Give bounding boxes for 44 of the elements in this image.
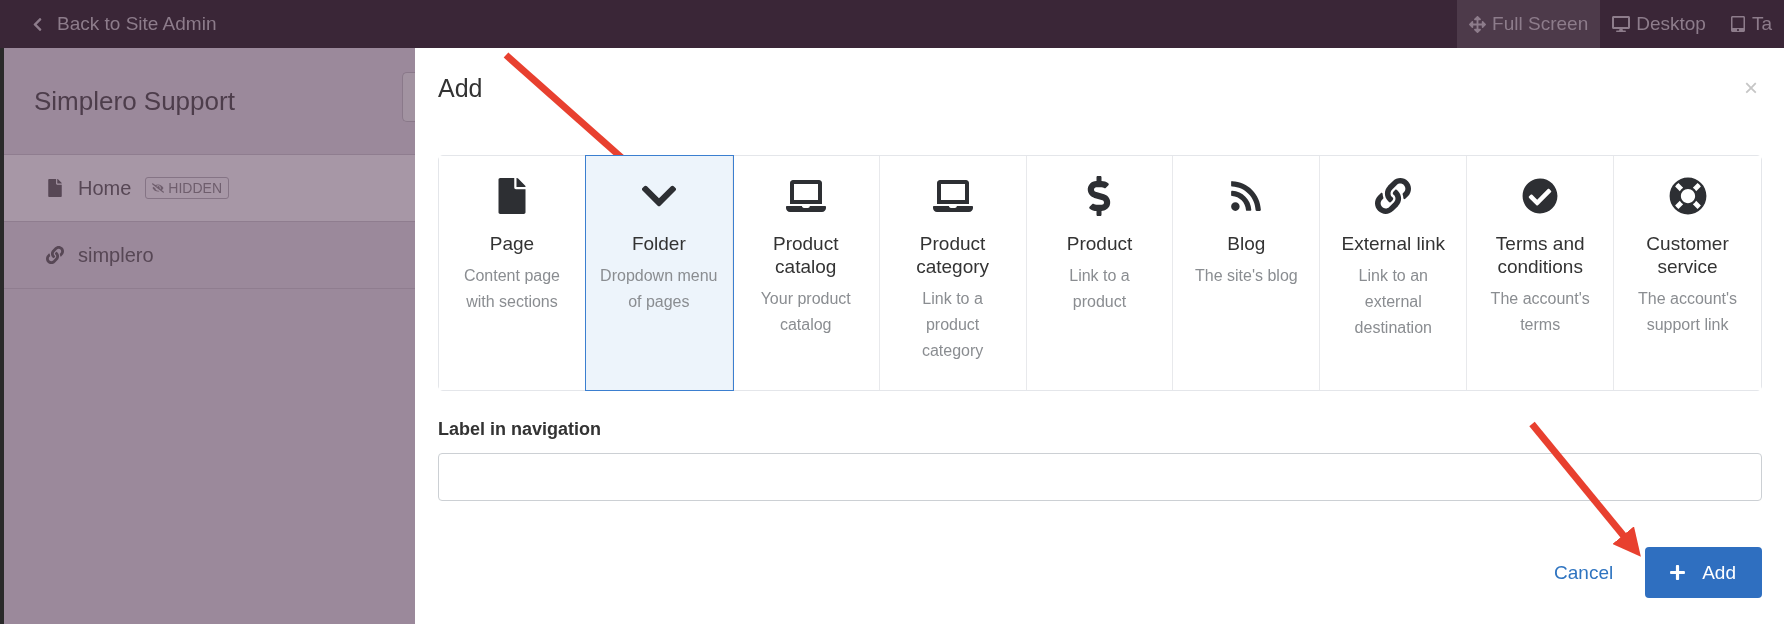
option-title: Terms and conditions (1494, 232, 1586, 278)
view-tab[interactable]: Desktop (1600, 0, 1718, 48)
lifebuoy-icon (1668, 177, 1707, 215)
option-title: Product catalog (771, 232, 840, 278)
option-description: The account's terms (1489, 289, 1591, 335)
link-icon (1375, 178, 1412, 214)
option-title: Page (488, 232, 536, 255)
nav-item-label: Home (78, 176, 132, 200)
rss-icon (1229, 179, 1264, 213)
add-button[interactable]: Add (1645, 547, 1762, 598)
option-title: Product (1065, 232, 1134, 255)
type-option[interactable]: Folder Dropdown menu of pages (585, 156, 733, 390)
site-title: Simplero Support (34, 85, 235, 117)
option-title: External link (1340, 232, 1446, 255)
option-description: The account's support link (1637, 289, 1739, 335)
option-description: Link to a product (1068, 266, 1131, 312)
option-description: Content page with sections (462, 266, 561, 312)
option-description: Link to a product category (920, 289, 985, 361)
option-title: Folder (630, 232, 687, 255)
option-description: Link to an external destination (1353, 266, 1433, 338)
back-link-label: Back to Site Admin (57, 13, 217, 35)
label-input[interactable] (438, 453, 1762, 501)
tablet-icon (1729, 16, 1746, 32)
plus-icon (1669, 564, 1687, 581)
option-description: The site's blog (1194, 266, 1299, 286)
option-description: Your product catalog (759, 289, 852, 335)
link-icon (46, 246, 64, 264)
type-option[interactable]: Page Content page with sections (439, 156, 586, 390)
option-description: Dropdown menu of pages (599, 266, 719, 312)
option-title: Blog (1226, 232, 1267, 255)
move-icon (1469, 15, 1487, 33)
nav-item-label: simplero (78, 243, 154, 267)
hidden-badge: HIDDEN (145, 177, 230, 199)
file-icon (46, 179, 64, 197)
dialog-title: Add (438, 73, 483, 103)
eye-slash-icon (152, 182, 165, 194)
option-title: Product category (915, 232, 991, 278)
cancel-button[interactable]: Cancel (1548, 560, 1620, 585)
field-label: Label in navigation (438, 419, 603, 440)
view-tab[interactable]: Ta (1717, 0, 1784, 48)
back-link[interactable]: Back to Site Admin (4, 0, 217, 48)
type-option[interactable]: Product catalog Your product catalog (732, 156, 880, 390)
desktop-icon (1612, 15, 1631, 33)
option-title: Customer service (1645, 232, 1730, 278)
